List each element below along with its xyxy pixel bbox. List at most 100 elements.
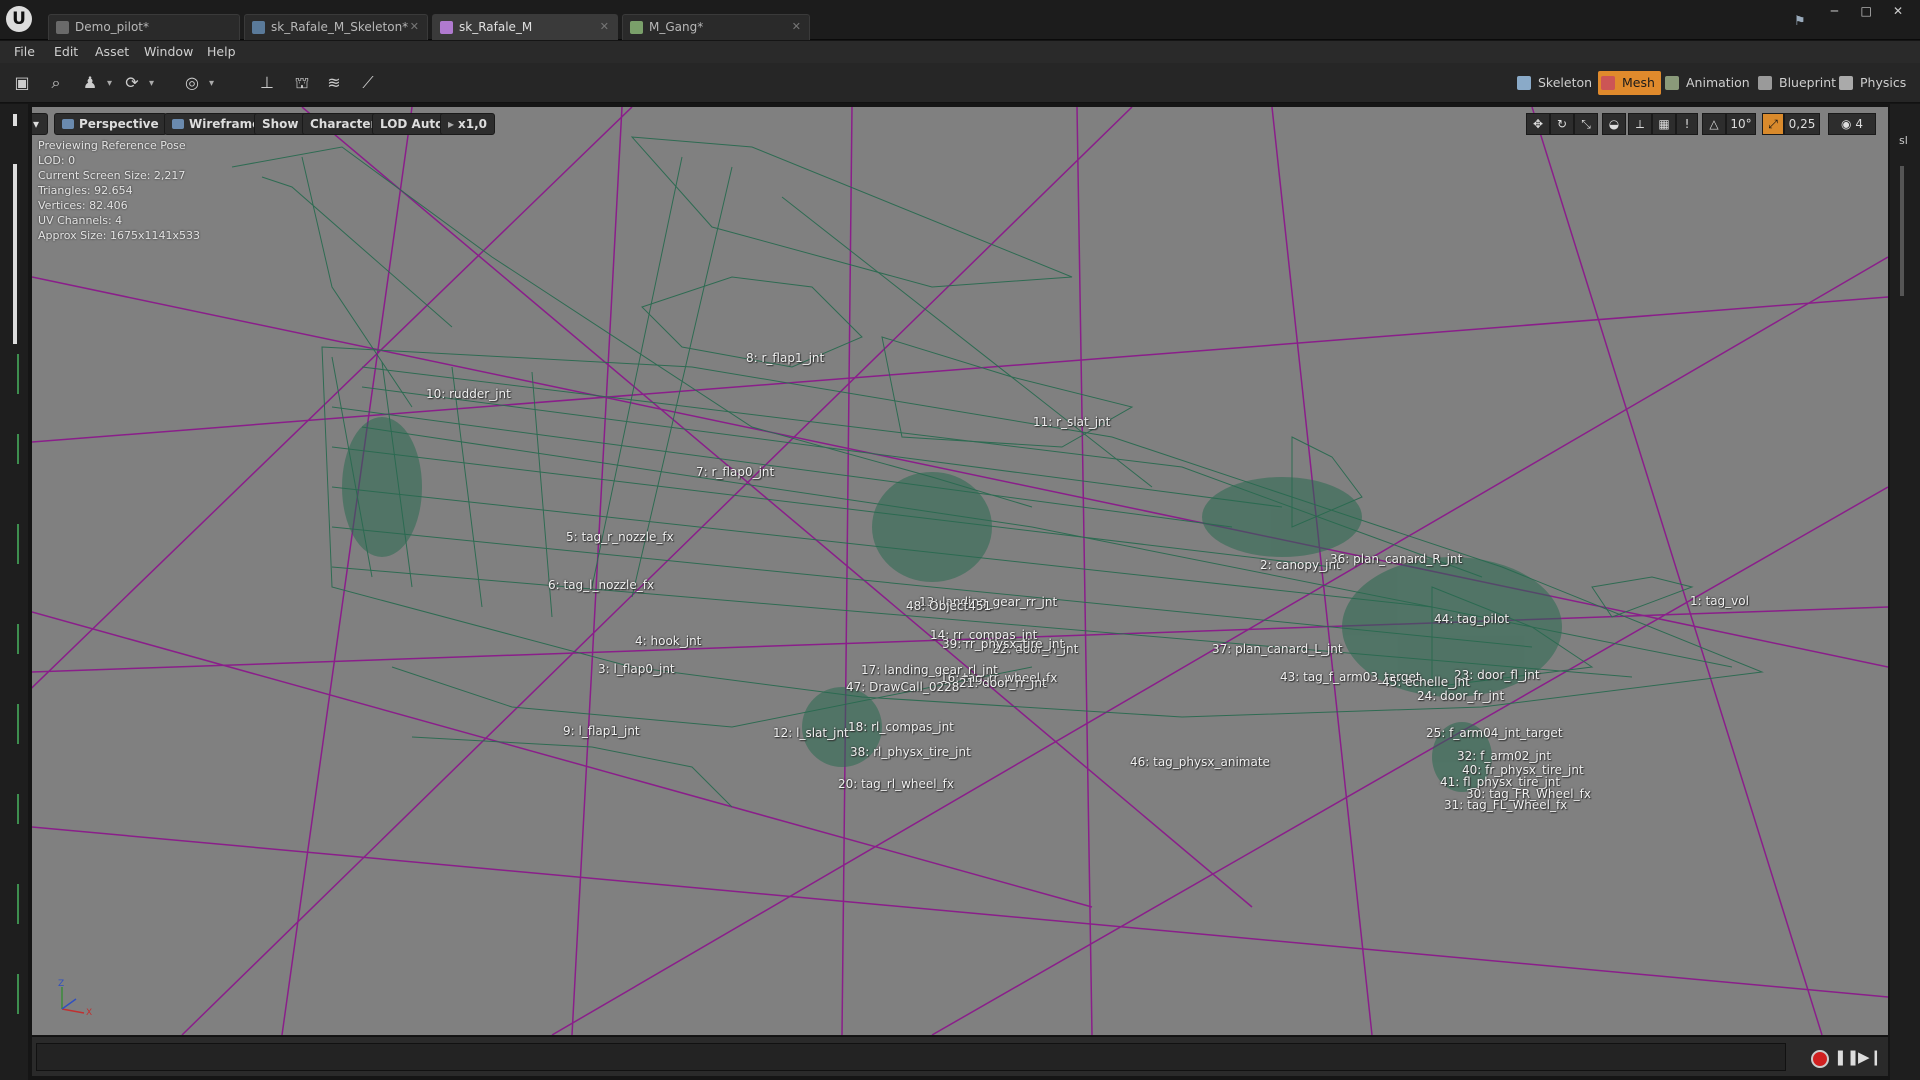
camera-speed-value: 4 <box>1855 117 1863 131</box>
grid-snap-value[interactable]: ! <box>1676 113 1698 135</box>
menu-window[interactable]: Window <box>144 44 193 59</box>
bone-label[interactable]: 38: rl_physx_tire_jnt <box>850 745 971 759</box>
close-icon[interactable]: ✕ <box>792 15 801 39</box>
close-icon[interactable]: ✕ <box>410 15 419 39</box>
rotation-snap-icon[interactable]: △ <box>1702 113 1726 135</box>
tab-demo-pilot[interactable]: Demo_pilot* <box>48 14 240 40</box>
close-icon[interactable]: ✕ <box>600 15 609 39</box>
rail-indicator <box>17 704 19 744</box>
level-icon <box>56 21 69 34</box>
show-button[interactable]: Show <box>254 113 307 135</box>
browse-icon[interactable]: ⌕ <box>44 71 68 95</box>
unreal-logo-icon[interactable]: U <box>6 6 32 32</box>
bone-label[interactable]: 39: rr_physx_tire_jnt <box>942 637 1064 651</box>
aircraft-wireframe <box>231 136 1764 808</box>
rotate-icon[interactable]: ↻ <box>1550 113 1574 135</box>
bone-label[interactable]: 45: echelle_jnt <box>1382 675 1470 689</box>
bone-label[interactable]: 4: hook_jnt <box>635 634 701 648</box>
bone-label[interactable]: 8: r_flap1_jnt <box>746 351 824 365</box>
bone-label[interactable]: 47: DrawCall_0228 <box>846 680 959 694</box>
bone-label[interactable]: 24: door_fr_jnt <box>1417 689 1504 703</box>
bone-label[interactable]: 37: plan_canard_L_jnt <box>1212 642 1343 656</box>
make-physics-icon[interactable]: ⛫ <box>290 71 314 95</box>
stats-line: Vertices: 82.406 <box>38 199 128 212</box>
translate-icon[interactable]: ✥ <box>1526 113 1550 135</box>
bone-label[interactable]: 6: tag_l_nozzle_fx <box>548 578 654 592</box>
perspective-button[interactable]: Perspective <box>54 113 167 135</box>
record-button[interactable] <box>1808 1047 1829 1068</box>
bone-label[interactable]: 25: f_arm04_jnt_target <box>1426 726 1563 740</box>
bone-label[interactable]: 7: r_flap0_jnt <box>696 465 774 479</box>
bone-label[interactable]: 9: l_flap1_jnt <box>563 724 640 738</box>
scale-snap-icon[interactable]: ⤢ <box>1762 113 1784 135</box>
feedback-icon[interactable]: ⚑ <box>1794 14 1810 29</box>
step-forward-button[interactable]: ▶❙ <box>1858 1047 1882 1067</box>
timeline-scrubber[interactable] <box>36 1043 1786 1071</box>
lod-settings-icon[interactable]: ≋ <box>322 71 346 95</box>
wireframe-button[interactable]: Wireframe <box>164 113 269 135</box>
bone-label[interactable]: 11: r_slat_jnt <box>1033 415 1110 429</box>
mode-skeleton-button[interactable]: Skeleton <box>1514 71 1598 95</box>
grid-snap-icon[interactable]: ▦ <box>1652 113 1676 135</box>
mode-physics-button[interactable]: Physics <box>1836 71 1912 95</box>
bone-label[interactable]: 20: tag_rl_wheel_fx <box>838 777 954 791</box>
pause-button[interactable]: ❚❚ <box>1834 1047 1859 1067</box>
details-tab-icon[interactable]: sl <box>1899 134 1908 147</box>
perspective-label: Perspective <box>79 117 159 131</box>
bone-label[interactable]: 44: tag_pilot <box>1434 612 1509 626</box>
close-button[interactable]: ✕ <box>1884 4 1912 20</box>
bone-label[interactable]: 48: Object451 <box>906 599 991 613</box>
menu-file[interactable]: File <box>14 44 35 59</box>
bone-label[interactable]: 3: l_flap0_jnt <box>598 662 675 676</box>
maximize-button[interactable]: □ <box>1852 4 1880 20</box>
mode-mesh-button[interactable]: Mesh <box>1598 71 1661 95</box>
bone-label[interactable]: 18: rl_compas_jnt <box>848 720 954 734</box>
bone-label[interactable]: 2: canopy_jnt <box>1260 558 1341 572</box>
bone-label[interactable]: 5: tag_r_nozzle_fx <box>566 530 674 544</box>
playback-speed-button[interactable]: ▸ x1,0 <box>440 113 496 135</box>
bone-label[interactable]: 1: tag_vol <box>1690 594 1749 608</box>
bone-label[interactable]: 21: door_rr_jnt <box>959 676 1047 690</box>
bone-label[interactable]: 36: plan_canard_R_jnt <box>1330 552 1462 566</box>
viewport[interactable]: ▾ Perspective Wireframe Show Character L… <box>32 107 1888 1035</box>
mode-blueprint-button[interactable]: Blueprint <box>1755 71 1842 95</box>
rail-tab[interactable] <box>13 114 17 126</box>
save-icon[interactable]: ▣ <box>10 71 34 95</box>
mode-animation-button[interactable]: Animation <box>1662 71 1756 95</box>
rail-scrollbar[interactable] <box>13 164 17 344</box>
bone-tool-icon[interactable]: ⟋ <box>356 71 380 95</box>
rail-indicator <box>17 524 19 564</box>
menu-asset[interactable]: Asset <box>95 44 129 59</box>
surface-snap-icon[interactable]: ⟂ <box>1628 113 1652 135</box>
minimize-button[interactable]: ─ <box>1820 4 1848 20</box>
rotation-snap-value[interactable]: 10° <box>1726 113 1756 135</box>
wireframe-label: Wireframe <box>189 117 261 131</box>
camera-speed-button[interactable]: ◉ 4 <box>1828 113 1876 135</box>
bone-label[interactable]: 30: tag_FR_Wheel_fx <box>1466 787 1591 801</box>
bone-label[interactable]: 17: landing_gear_rl_jnt <box>861 663 998 677</box>
tab-label: sk_Rafale_M <box>459 20 533 34</box>
section-icon[interactable]: ◎ <box>180 71 214 96</box>
menu-help[interactable]: Help <box>207 44 236 59</box>
rail-scrollbar[interactable] <box>1900 166 1904 296</box>
bone-label[interactable]: 12: l_slat_jnt <box>773 726 849 740</box>
preview-mesh-icon[interactable]: ♟ <box>78 71 112 96</box>
tab-skeleton[interactable]: sk_Rafale_M_Skeleton* ✕ <box>244 14 428 40</box>
left-panel-rail <box>0 104 28 1080</box>
scale-icon[interactable]: ⤡ <box>1574 113 1598 135</box>
reimport-icon[interactable]: ⟳ <box>120 71 154 96</box>
mode-label: Blueprint <box>1779 75 1837 90</box>
bone-label[interactable]: 46: tag_physx_animate <box>1130 755 1270 769</box>
bone-label[interactable]: 32: f_arm02_jnt <box>1457 749 1551 763</box>
stats-line: LOD: 0 <box>38 154 76 167</box>
viewport-options-button[interactable]: ▾ <box>32 113 48 135</box>
world-local-icon[interactable]: ◒ <box>1602 113 1626 135</box>
stats-line: UV Channels: 4 <box>38 214 123 227</box>
make-static-mesh-icon[interactable]: ⊥ <box>255 71 279 95</box>
menu-edit[interactable]: Edit <box>54 44 78 59</box>
tab-material[interactable]: M_Gang* ✕ <box>622 14 810 40</box>
mode-label: Physics <box>1860 75 1907 90</box>
tab-skeletal-mesh[interactable]: sk_Rafale_M ✕ <box>432 14 618 40</box>
scale-snap-value[interactable]: 0,25 <box>1784 113 1820 135</box>
bone-label[interactable]: 10: rudder_jnt <box>426 387 511 401</box>
